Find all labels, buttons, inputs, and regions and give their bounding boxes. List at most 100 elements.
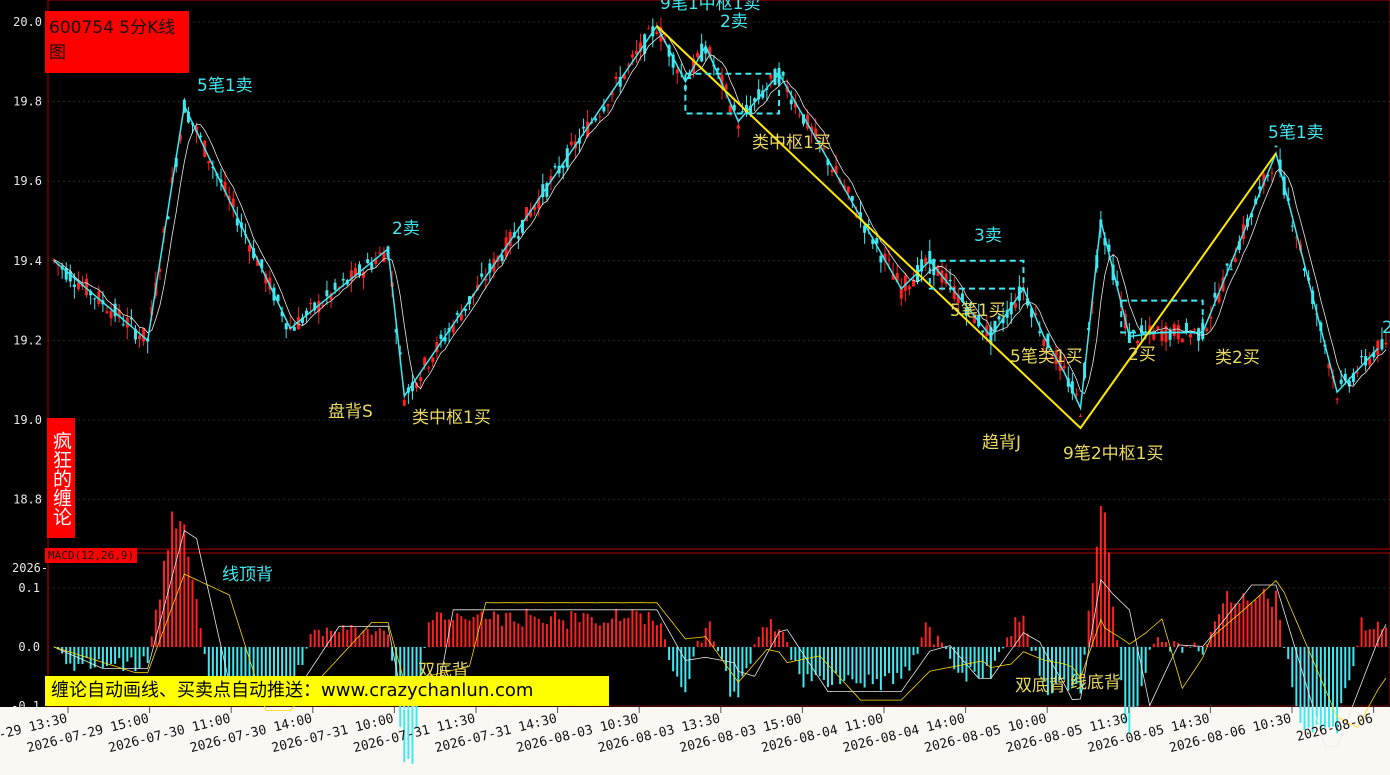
candle-body bbox=[333, 282, 337, 290]
signal-label: 类2买 bbox=[1215, 348, 1260, 368]
candle-body bbox=[696, 52, 700, 58]
y-tick-label: 18.8 bbox=[13, 493, 42, 507]
signal-label: 2买 bbox=[1128, 345, 1156, 365]
candle-body bbox=[846, 186, 850, 193]
signal-label: 2 bbox=[1382, 318, 1390, 338]
macd-signal-label: 线底背 bbox=[1070, 673, 1121, 693]
candle-body bbox=[76, 282, 80, 290]
macd-top-label: 2026- bbox=[12, 561, 48, 575]
signal-label: 2卖 bbox=[720, 12, 748, 32]
signal-label: 9笔2中枢1买 bbox=[1063, 444, 1163, 464]
chart-title: 600754 5分K线图 bbox=[45, 11, 189, 73]
candle-body bbox=[614, 76, 618, 79]
candle-body bbox=[675, 69, 679, 74]
signal-label: 类中枢1买 bbox=[752, 133, 831, 153]
candle-body bbox=[1355, 372, 1359, 374]
candle-body bbox=[341, 278, 345, 281]
candle-body bbox=[981, 330, 985, 333]
candle-body bbox=[1213, 292, 1217, 298]
candle-body bbox=[1225, 263, 1229, 266]
candle-body bbox=[455, 312, 459, 315]
candle-body bbox=[439, 334, 443, 339]
candle-body bbox=[1339, 379, 1343, 384]
candle-body bbox=[1384, 342, 1388, 345]
candle-body bbox=[655, 31, 659, 35]
macd-tick-label: -0.1 bbox=[11, 699, 40, 713]
candle-body bbox=[1274, 146, 1278, 148]
candle-body bbox=[582, 126, 586, 129]
signal-label: 5笔1卖 bbox=[197, 76, 253, 96]
candle-body bbox=[292, 327, 296, 331]
candle-body bbox=[121, 324, 125, 326]
candle-body bbox=[887, 259, 891, 261]
candle-body bbox=[569, 141, 573, 145]
promo-banner[interactable]: 缠论自动画线、买卖点自动推送：www.crazychanlun.com bbox=[45, 676, 609, 706]
candle-body bbox=[1380, 339, 1384, 350]
candle-body bbox=[72, 284, 76, 288]
candle-body bbox=[1360, 356, 1364, 358]
candle-body bbox=[207, 160, 211, 164]
candle-body bbox=[1205, 328, 1209, 332]
candle-body bbox=[427, 367, 431, 369]
candle-body bbox=[325, 290, 329, 297]
candle-body bbox=[1188, 334, 1192, 338]
candle-body bbox=[948, 279, 952, 282]
candle-body bbox=[1180, 338, 1184, 343]
candle-body bbox=[1013, 302, 1017, 308]
kline-chart: 20.0 19.8 19.6 19.4 19.2 19.0 18.8 0.1 0.0 -0.1 20… bbox=[0, 0, 1390, 775]
candle-body bbox=[109, 310, 113, 319]
candle-body bbox=[431, 357, 435, 363]
chart-background bbox=[0, 0, 1390, 707]
signal-label: 2卖 bbox=[392, 219, 420, 239]
signal-label: 3卖 bbox=[974, 226, 1002, 246]
macd-tick-label: 0.0 bbox=[18, 640, 40, 654]
macd-tick-label: 0.1 bbox=[18, 581, 40, 595]
candle-body bbox=[1038, 331, 1042, 334]
candle-body bbox=[724, 84, 728, 90]
signal-label: 盘背S bbox=[328, 402, 373, 422]
candle-body bbox=[378, 252, 382, 254]
candle-body bbox=[553, 165, 557, 168]
candle-body bbox=[630, 54, 634, 58]
candle-body bbox=[879, 255, 883, 263]
candle-body bbox=[740, 111, 744, 113]
candle-body bbox=[594, 118, 598, 121]
y-tick-label: 19.8 bbox=[13, 95, 42, 109]
signal-label: 趋背J bbox=[982, 433, 1021, 453]
candle-body bbox=[1343, 373, 1347, 381]
candle-body bbox=[736, 125, 740, 129]
candle-body bbox=[769, 74, 773, 79]
candle-body bbox=[781, 71, 785, 76]
y-tick-label: 19.2 bbox=[13, 333, 42, 347]
candle-body bbox=[138, 335, 142, 340]
candle-body bbox=[142, 327, 146, 342]
candle-body bbox=[598, 116, 602, 118]
y-tick-label: 19.0 bbox=[13, 413, 42, 427]
candle-body bbox=[1172, 324, 1176, 337]
candle-body bbox=[1078, 415, 1082, 417]
macd-signal-label: 线顶背 bbox=[222, 565, 273, 585]
y-tick-label: 19.4 bbox=[13, 254, 42, 268]
candle-body bbox=[516, 236, 520, 239]
macd-label: MACD(12,26,9) bbox=[45, 548, 138, 563]
candle-body bbox=[1156, 326, 1160, 330]
candle-body bbox=[1042, 339, 1046, 346]
candle-body bbox=[602, 106, 606, 112]
candle-body bbox=[284, 323, 288, 330]
candle-body bbox=[366, 259, 370, 264]
macd-signal-label: 双底背 bbox=[1015, 676, 1066, 696]
signal-label: 5笔类1买 bbox=[1010, 347, 1083, 367]
candle-body bbox=[1233, 258, 1237, 263]
candle-body bbox=[606, 104, 610, 107]
candle-body bbox=[1074, 393, 1078, 396]
candle-body bbox=[830, 169, 834, 173]
candle-body bbox=[1184, 322, 1188, 333]
candle-body bbox=[789, 99, 793, 105]
candle-body bbox=[1335, 398, 1339, 400]
brand-label: 疯狂的缠论 bbox=[47, 418, 75, 538]
y-tick-label: 20.0 bbox=[13, 15, 42, 29]
candle-body bbox=[105, 311, 109, 314]
candle-body bbox=[1376, 340, 1380, 356]
candle-body bbox=[480, 273, 484, 277]
candle-body bbox=[93, 298, 97, 300]
